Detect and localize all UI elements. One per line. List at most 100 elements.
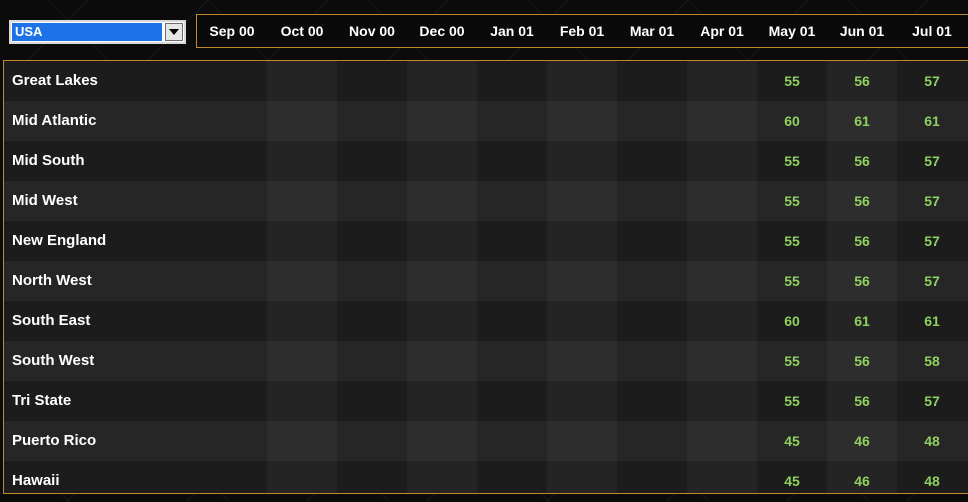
value-cell <box>197 261 267 301</box>
month-header-cell: Jan 01 <box>490 23 534 39</box>
value-cell: 61 <box>924 313 940 329</box>
value-cell <box>407 141 477 181</box>
region-label: Puerto Rico <box>12 432 97 449</box>
value-cell <box>687 61 757 101</box>
value-cell <box>547 181 617 221</box>
value-cell <box>547 221 617 261</box>
region-dropdown-value[interactable]: USA <box>12 23 162 41</box>
month-header: Sep 00 Oct 00 Nov 00 Dec 00 Jan 01 Feb 01 Mar … <box>196 14 968 48</box>
table-row: Mid West 55 56 57 <box>4 181 968 221</box>
value-cell <box>267 221 337 261</box>
table-row: Tri State 55 56 57 <box>4 381 968 421</box>
chevron-down-icon <box>169 29 179 35</box>
value-cell <box>477 181 547 221</box>
region-label: South East <box>12 312 91 329</box>
month-header-cell: Feb 01 <box>559 23 605 39</box>
value-cell <box>267 61 337 101</box>
value-cell <box>687 341 757 381</box>
region-label: Mid Atlantic <box>12 112 97 129</box>
value-cell: 55 <box>784 393 800 409</box>
table-row: North West 55 56 57 <box>4 261 968 301</box>
region-label: Great Lakes <box>12 72 98 89</box>
value-cell <box>687 221 757 261</box>
month-header-cell: Nov 00 <box>349 23 395 39</box>
value-cell <box>267 381 337 421</box>
value-cell <box>267 341 337 381</box>
value-cell <box>267 301 337 341</box>
value-cell <box>687 101 757 141</box>
region-label: South West <box>12 352 95 369</box>
value-cell <box>617 61 687 101</box>
month-header-cell: Apr 01 <box>700 23 744 39</box>
value-cell <box>687 461 757 493</box>
value-cell <box>267 261 337 301</box>
value-cell: 45 <box>784 433 800 449</box>
value-cell <box>407 101 477 141</box>
value-cell <box>407 301 477 341</box>
value-cell: 61 <box>924 113 940 129</box>
value-cell <box>337 221 407 261</box>
value-cell <box>407 261 477 301</box>
table-row: South East 60 61 61 <box>4 301 968 341</box>
value-cell <box>617 181 687 221</box>
value-cell <box>477 341 547 381</box>
value-cell <box>547 101 617 141</box>
month-header-cell: Dec 00 <box>419 23 465 39</box>
value-cell <box>617 221 687 261</box>
value-cell: 55 <box>784 193 800 209</box>
value-cell <box>687 381 757 421</box>
value-cell: 55 <box>784 153 800 169</box>
value-cell <box>617 261 687 301</box>
value-cell <box>547 381 617 421</box>
value-cell <box>337 461 407 493</box>
value-cell <box>617 141 687 181</box>
value-cell <box>197 341 267 381</box>
value-cell <box>477 461 547 493</box>
value-cell <box>197 61 267 101</box>
region-dropdown[interactable]: USA <box>9 20 186 44</box>
region-data-grid: Great Lakes 55 56 57 Mid Atlantic 60 61 61 Mid S… <box>3 60 968 494</box>
value-cell <box>267 141 337 181</box>
value-cell: 60 <box>784 313 800 329</box>
value-cell: 57 <box>924 393 940 409</box>
value-cell: 61 <box>827 101 897 141</box>
value-cell <box>617 341 687 381</box>
value-cell: 46 <box>827 461 897 493</box>
value-cell <box>547 301 617 341</box>
value-cell: 55 <box>784 353 800 369</box>
region-label: Hawaii <box>12 472 60 489</box>
value-cell <box>197 461 267 493</box>
value-cell: 56 <box>827 221 897 261</box>
value-cell <box>477 61 547 101</box>
value-cell: 57 <box>924 233 940 249</box>
month-header-cell: Oct 00 <box>280 23 324 39</box>
value-cell <box>617 101 687 141</box>
value-cell <box>547 141 617 181</box>
value-cell <box>407 61 477 101</box>
table-row: South West 55 56 58 <box>4 341 968 381</box>
region-dropdown-button[interactable] <box>165 23 183 41</box>
region-label: New England <box>12 232 107 249</box>
value-cell <box>337 261 407 301</box>
value-cell <box>407 461 477 493</box>
value-cell <box>617 381 687 421</box>
value-cell <box>337 101 407 141</box>
table-row: Puerto Rico 45 46 48 <box>4 421 968 461</box>
value-cell <box>267 101 337 141</box>
value-cell <box>407 341 477 381</box>
value-cell: 60 <box>784 113 800 129</box>
value-cell: 56 <box>827 341 897 381</box>
region-label: North West <box>12 272 92 289</box>
value-cell: 46 <box>827 421 897 461</box>
value-cell <box>407 181 477 221</box>
value-cell <box>407 381 477 421</box>
value-cell <box>197 101 267 141</box>
value-cell <box>337 301 407 341</box>
value-cell <box>477 141 547 181</box>
value-cell <box>547 461 617 493</box>
value-cell: 56 <box>827 261 897 301</box>
value-cell <box>337 141 407 181</box>
value-cell <box>617 301 687 341</box>
table-row: Mid Atlantic 60 61 61 <box>4 101 968 141</box>
value-cell <box>617 461 687 493</box>
